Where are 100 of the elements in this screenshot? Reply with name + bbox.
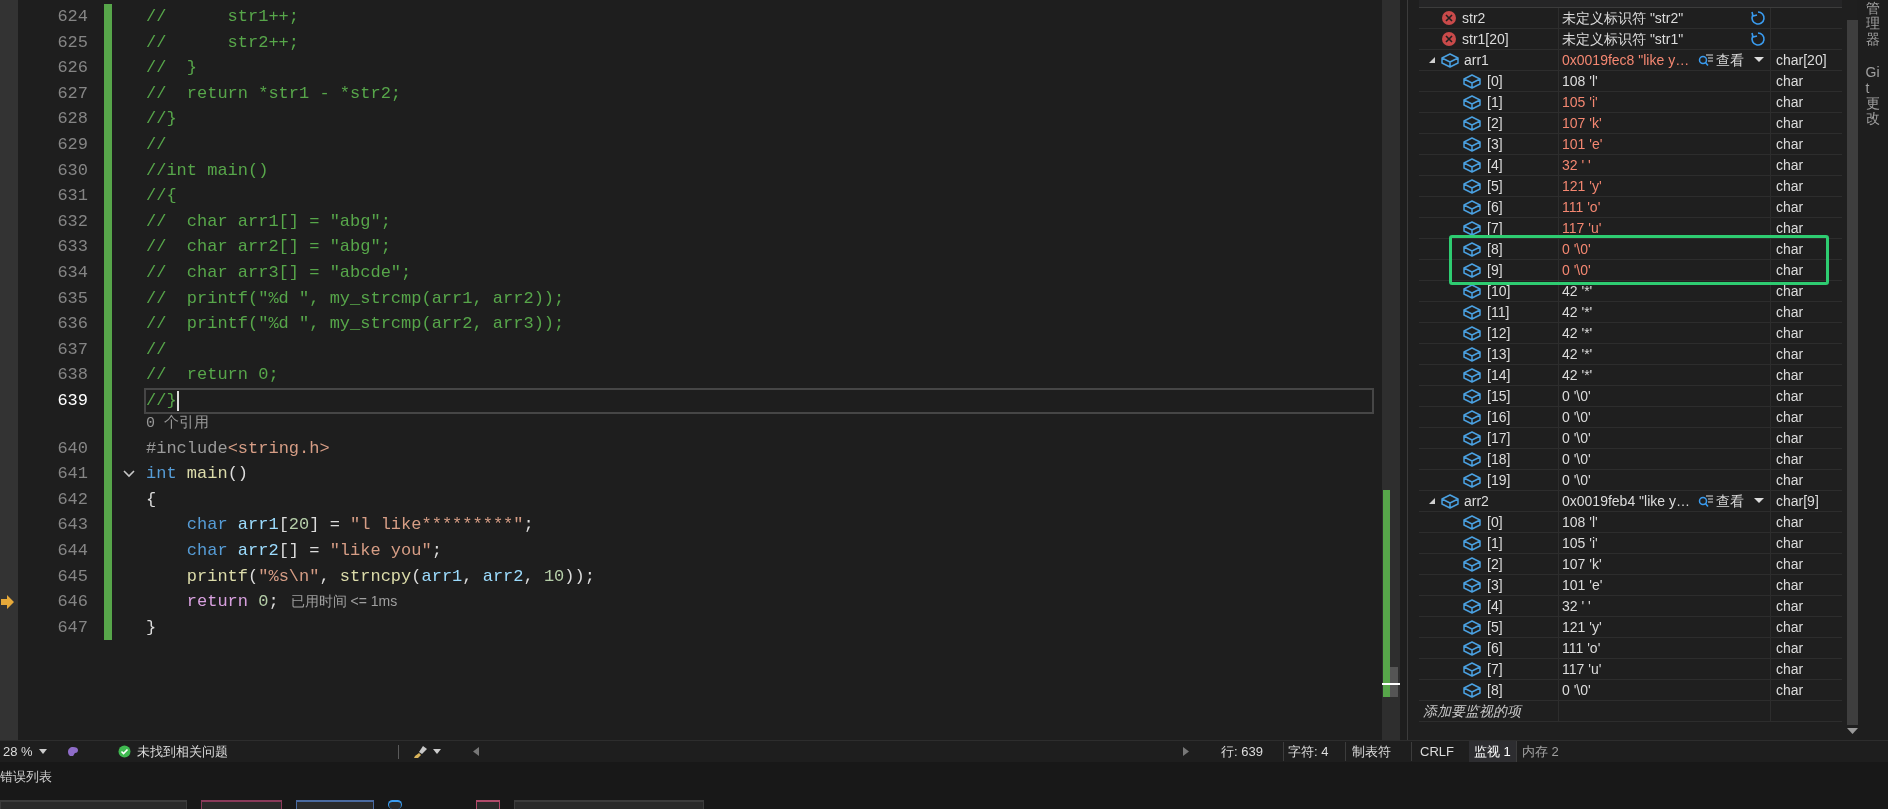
dropdown-caret-icon[interactable]: [433, 749, 441, 754]
watch-type: char: [1776, 281, 1804, 301]
watch-name: [8]: [1487, 680, 1503, 700]
code-line: // char arr3[] = "abcde";: [146, 262, 412, 284]
watch-value: 105 'i': [1562, 92, 1598, 112]
line-number: 644: [57, 539, 88, 562]
add-watch-placeholder[interactable]: 添加要监视的项: [1423, 700, 1521, 722]
cube-icon: [1463, 388, 1481, 404]
reference-count-link[interactable]: 0 个引用: [146, 413, 209, 436]
cube-icon: [1463, 178, 1481, 194]
watch-value: 101 'e': [1562, 134, 1603, 154]
code-line: int main(): [146, 463, 249, 486]
watch-name: str2: [1462, 8, 1486, 28]
scroll-right-arrow-icon[interactable]: [1183, 747, 1189, 756]
line-number: 636: [57, 313, 88, 336]
watch-type: char: [1776, 239, 1804, 259]
line-number: 633: [57, 236, 88, 259]
column-indicator[interactable]: 字符: 4: [1283, 741, 1345, 762]
side-panel-tab[interactable]: Git 更改: [1865, 65, 1880, 127]
cube-icon: [1463, 304, 1481, 320]
watch-type: char: [1776, 680, 1804, 700]
watch-scrollbar[interactable]: [1847, 20, 1858, 725]
caret-position-marker: [1382, 683, 1400, 685]
toolbar-control[interactable]: [388, 800, 402, 809]
line-number: 646: [57, 591, 88, 614]
line-number: 626: [57, 57, 88, 80]
view-button[interactable]: 查看: [1698, 490, 1766, 512]
cube-icon: [1463, 514, 1481, 530]
watch-name: [17]: [1487, 428, 1511, 448]
watch-value: 107 'k': [1562, 113, 1602, 133]
line-ending-indicator[interactable]: CRLF: [1411, 741, 1455, 762]
line-number: 625: [57, 31, 88, 54]
code-line: char arr1[20] = "l like*********";: [185, 514, 534, 537]
cube-icon: [1441, 493, 1459, 509]
watch-name: [1]: [1487, 92, 1503, 112]
watch-type: char: [1776, 323, 1804, 343]
watch-type: char: [1776, 344, 1804, 364]
watch-type: char: [1776, 407, 1804, 427]
watch-value: 0 '\0': [1562, 260, 1591, 280]
watch-type: char[20]: [1776, 50, 1827, 70]
code-line: {: [146, 488, 157, 511]
line-number: 632: [57, 210, 88, 233]
refresh-icon[interactable]: [1750, 10, 1766, 26]
cube-icon: [1463, 283, 1481, 299]
code-line: //}: [146, 108, 177, 131]
cube-icon: [1463, 430, 1481, 446]
watch-value: 0 '\0': [1562, 449, 1591, 469]
watch-type: char: [1776, 218, 1804, 238]
watch-value: 0 '\0': [1562, 386, 1591, 406]
cube-icon: [1463, 661, 1481, 677]
watch-name: [2]: [1487, 113, 1503, 133]
zoom-dropdown[interactable]: 28 %: [0, 741, 66, 762]
code-line: //int main(): [146, 159, 269, 182]
fold-chevron-icon[interactable]: [123, 469, 135, 478]
watch-type: char[9]: [1776, 491, 1819, 511]
scroll-thumb[interactable]: [1390, 667, 1398, 697]
cube-icon: [1463, 241, 1481, 257]
scroll-down-arrow-icon[interactable]: [1847, 728, 1858, 735]
watch-name: [2]: [1487, 554, 1503, 574]
cube-icon: [1463, 199, 1481, 215]
code-line: // char arr2[] = "abg";: [146, 236, 391, 259]
expand-triangle-icon[interactable]: [1428, 56, 1436, 64]
line-number: 647: [57, 616, 88, 639]
line-number: 634: [57, 262, 88, 284]
scroll-left-arrow-icon[interactable]: [473, 747, 479, 756]
issues-status[interactable]: 未找到相关问题: [137, 741, 228, 762]
view-button[interactable]: 查看: [1698, 49, 1766, 71]
refresh-icon[interactable]: [1750, 31, 1766, 47]
code-line: //: [146, 134, 167, 156]
line-indicator[interactable]: 行: 639: [1221, 741, 1283, 762]
watch-name: [6]: [1487, 197, 1503, 217]
side-panel-tab[interactable]: 管理器: [1865, 1, 1880, 48]
panel-tab[interactable]: 内存 2: [1516, 741, 1564, 762]
line-number: 635: [57, 287, 88, 310]
watch-type: char: [1776, 533, 1804, 553]
watch-name: [7]: [1487, 659, 1503, 679]
watch-type: char: [1776, 365, 1804, 385]
elapsed-time-hint: 已用时间 <= 1ms: [290, 592, 398, 612]
toolbar-control[interactable]: [296, 800, 374, 809]
line-number: 631: [57, 185, 88, 208]
indent-indicator[interactable]: 制表符: [1345, 741, 1411, 762]
panel-tab[interactable]: 监视 1: [1469, 741, 1517, 762]
cube-icon: [1463, 577, 1481, 593]
brush-icon[interactable]: [413, 744, 429, 759]
horizontal-scrollbar[interactable]: [471, 744, 1191, 759]
watch-value: 117 'u': [1562, 218, 1602, 238]
expand-triangle-icon[interactable]: [1428, 497, 1436, 505]
watch-name: [1]: [1487, 533, 1503, 553]
watch-value: 32 ' ': [1562, 155, 1591, 175]
toolbar-control[interactable]: [476, 800, 500, 809]
watch-name: arr2: [1464, 491, 1489, 511]
watch-value: 121 'y': [1562, 176, 1602, 196]
watch-type: char: [1776, 638, 1804, 658]
line-number: 627: [57, 82, 88, 105]
vertical-scrollbar[interactable]: [1382, 0, 1400, 740]
watch-value: 42 '*': [1562, 302, 1593, 322]
watch-value: 32 ' ': [1562, 596, 1591, 616]
magnifier-list-icon: [1698, 53, 1714, 67]
watch-value: 0 '\0': [1562, 407, 1591, 427]
watch-name: [14]: [1487, 365, 1511, 385]
